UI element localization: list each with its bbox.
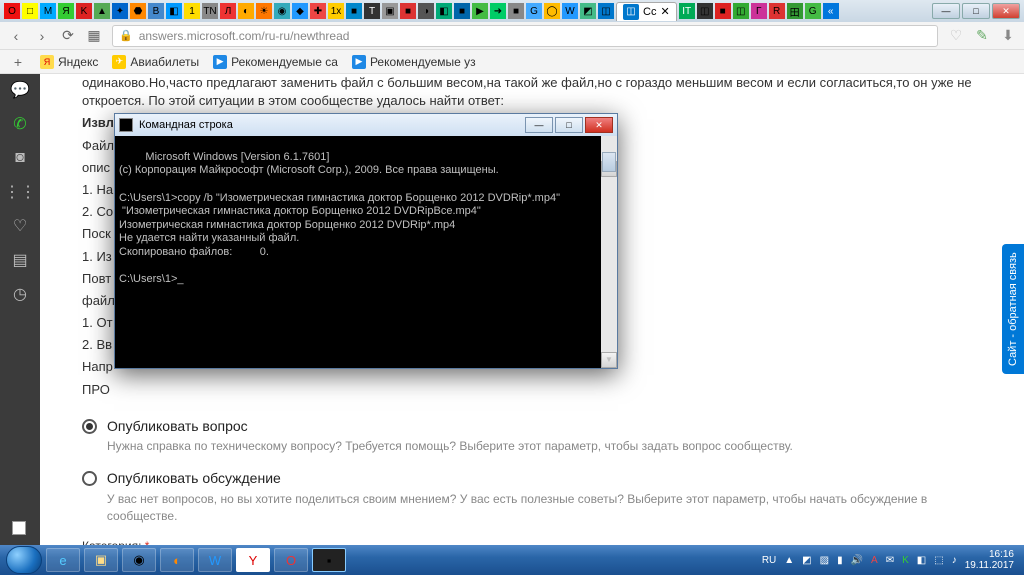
window-controls: — □ ✕	[932, 3, 1020, 19]
post-type-options: Опубликовать вопрос Нужна справка по тех…	[82, 417, 994, 545]
camera-icon[interactable]: ◙	[10, 148, 30, 168]
opera-sidebar: 💬 ✆ ◙ ⋮⋮ ♡ ▤ ◷	[0, 74, 40, 545]
tray-msg-icon[interactable]: ✉	[886, 555, 894, 566]
active-tab-label: Cc	[643, 6, 656, 18]
browser-tab-favicons: O□MЯK ▲✦⬣B◧ 1TNЛ◐☀ ◉◆✚1x■ T▣■◑◧ ■▶➜■G ◯W…	[4, 3, 614, 19]
windows-taskbar: e ▣ ◉ ◐ W Y O ▪ RU ▲ ◩ ▨ ▮ 🔊 A ✉ K ◧ ⬚ ♪…	[0, 545, 1024, 575]
radio-question[interactable]	[82, 419, 97, 434]
task-cmd[interactable]: ▪	[312, 548, 346, 572]
tray-net-icon[interactable]: ▨	[820, 555, 829, 566]
task-opera[interactable]: O	[274, 548, 308, 572]
tray-sound-icon[interactable]: 🔊	[851, 555, 863, 566]
microsoft-icon: ◫	[623, 4, 639, 20]
cmd-output[interactable]: Microsoft Windows [Version 6.1.7601] (c)…	[115, 136, 617, 368]
evernote-icon[interactable]: ✎	[974, 28, 990, 44]
sidebar-collapse-toggle[interactable]	[12, 521, 26, 535]
nav-forward-button[interactable]: ›	[34, 28, 50, 44]
folder-icon: ▶	[352, 55, 366, 69]
grid-icon[interactable]: ⋮⋮	[10, 182, 30, 202]
cmd-icon	[119, 118, 133, 132]
window-maximize-button[interactable]: □	[962, 3, 990, 19]
new-tab-button[interactable]: +	[10, 54, 26, 70]
site-feedback-tab[interactable]: Сайт - обратная связь	[1002, 244, 1024, 374]
active-tab[interactable]: ◫ Cc ✕	[616, 2, 677, 21]
tray-vol-icon[interactable]: ♪	[952, 555, 957, 566]
window-close-button[interactable]: ✕	[992, 3, 1020, 19]
start-button[interactable]	[6, 546, 42, 574]
window-minimize-button[interactable]: —	[932, 3, 960, 19]
nav-dial-button[interactable]: ▦	[86, 28, 102, 44]
browser-tab-favicons-right: IT◫■◫ ГR田G«	[679, 3, 839, 19]
tray-a-icon[interactable]: A	[871, 555, 878, 566]
browser-tabs-bar: O□MЯK ▲✦⬣B◧ 1TNЛ◐☀ ◉◆✚1x■ T▣■◑◧ ■▶➜■G ◯W…	[0, 0, 1024, 22]
radio-discussion[interactable]	[82, 471, 97, 486]
address-input[interactable]: 🔒 answers.microsoft.com/ru-ru/newthread	[112, 25, 938, 47]
tray-k-icon[interactable]: K	[902, 555, 909, 566]
whatsapp-icon[interactable]: ✆	[10, 114, 30, 134]
heart-icon[interactable]: ♡	[948, 28, 964, 44]
messenger-icon[interactable]: 💬	[10, 80, 30, 100]
option-post-discussion[interactable]: Опубликовать обсуждение У вас нет вопрос…	[82, 469, 994, 524]
tray-flag-icon[interactable]: ▲	[784, 555, 794, 566]
tab-close-icon[interactable]: ✕	[660, 5, 669, 18]
cmd-maximize-button[interactable]: □	[555, 117, 583, 133]
heart-sidebar-icon[interactable]: ♡	[10, 216, 30, 236]
tray-battery-icon[interactable]: ▮	[837, 555, 843, 566]
cmd-window[interactable]: Командная строка — □ ✕ Microsoft Windows…	[114, 113, 618, 369]
cmd-title-text: Командная строка	[139, 119, 233, 131]
task-chrome[interactable]: ◉	[122, 548, 156, 572]
system-tray: RU ▲ ◩ ▨ ▮ 🔊 A ✉ K ◧ ⬚ ♪ 16:16 19.11.201…	[762, 549, 1018, 571]
option-post-question[interactable]: Опубликовать вопрос Нужна справка по тех…	[82, 417, 994, 455]
bookmarks-bar: + ЯЯндекс ✈Авиабилеты ▶Рекомендуемые са …	[0, 50, 1024, 74]
note-icon[interactable]: ▤	[10, 250, 30, 270]
bookmark-rec2[interactable]: ▶Рекомендуемые уз	[352, 55, 476, 69]
nav-reload-button[interactable]: ⟳	[60, 28, 76, 44]
tray-lang[interactable]: RU	[762, 555, 776, 566]
lock-icon: 🔒	[119, 29, 133, 42]
folder-icon: ▶	[213, 55, 227, 69]
scroll-down-button[interactable]: ▼	[601, 352, 617, 368]
cmd-titlebar[interactable]: Командная строка — □ ✕	[115, 114, 617, 136]
task-firefox[interactable]: ◐	[160, 548, 194, 572]
bookmark-rec1[interactable]: ▶Рекомендуемые са	[213, 55, 338, 69]
download-icon[interactable]: ⬇	[1000, 28, 1016, 44]
cmd-close-button[interactable]: ✕	[585, 117, 613, 133]
category-field: Категория: * - Выберите - ▾	[82, 538, 994, 545]
scroll-thumb[interactable]	[602, 152, 616, 172]
tray-clock[interactable]: 16:16 19.11.2017	[965, 549, 1018, 571]
plane-icon: ✈	[112, 55, 126, 69]
task-word[interactable]: W	[198, 548, 232, 572]
cmd-minimize-button[interactable]: —	[525, 117, 553, 133]
tray-shield-icon[interactable]: ◩	[802, 555, 811, 566]
yandex-icon: Я	[40, 55, 54, 69]
url-text: answers.microsoft.com/ru-ru/newthread	[139, 29, 350, 43]
history-icon[interactable]: ◷	[10, 284, 30, 304]
tray-net2-icon[interactable]: ⬚	[934, 555, 943, 566]
address-bar: ‹ › ⟳ ▦ 🔒 answers.microsoft.com/ru-ru/ne…	[0, 22, 1024, 50]
task-yandex[interactable]: Y	[236, 548, 270, 572]
cmd-scrollbar[interactable]: ▲ ▼	[601, 136, 617, 368]
tray-dev-icon[interactable]: ◧	[917, 555, 926, 566]
nav-back-button[interactable]: ‹	[8, 28, 24, 44]
bookmark-aviasales[interactable]: ✈Авиабилеты	[112, 55, 199, 69]
task-ie[interactable]: e	[46, 548, 80, 572]
bookmark-yandex[interactable]: ЯЯндекс	[40, 55, 98, 69]
task-explorer[interactable]: ▣	[84, 548, 118, 572]
